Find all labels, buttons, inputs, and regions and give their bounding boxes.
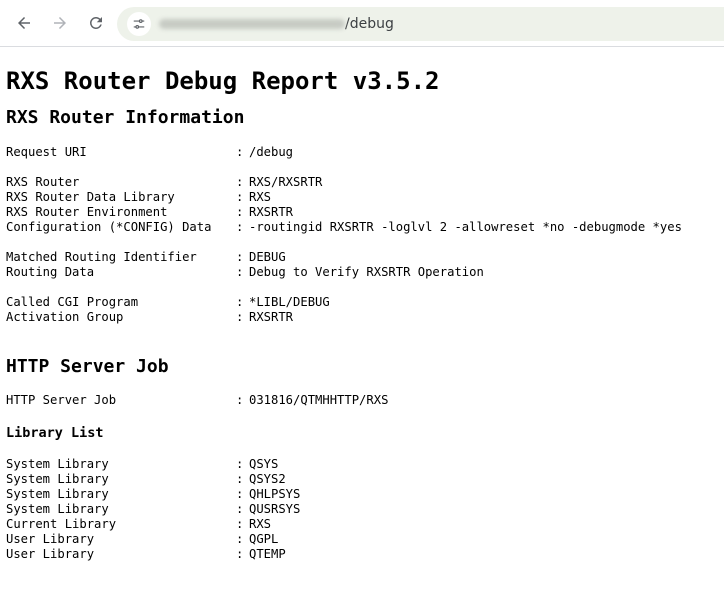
row-value: RXSRTR [249, 310, 294, 324]
row-value: QUSRSYS [249, 502, 301, 516]
row-key: System Library [6, 457, 109, 471]
url-path: /debug [345, 16, 394, 32]
row-value: DEBUG [249, 250, 286, 264]
separator: : [236, 310, 244, 324]
separator: : [236, 220, 244, 234]
page-title: RXS Router Debug Report v3.5.2 [6, 67, 440, 95]
row-key: RXS Router Environment [6, 205, 168, 219]
library-row: User Library: QTEMP [6, 547, 718, 562]
info-row: Activation Group: RXSRTR [6, 310, 718, 325]
separator: : [236, 295, 244, 309]
separator: : [236, 487, 244, 501]
library-row: System Library: QHLPSYS [6, 487, 718, 502]
forward-arrow-icon [54, 17, 66, 29]
row-value: QTEMP [249, 547, 286, 561]
separator: : [236, 265, 244, 279]
row-key: Called CGI Program [6, 295, 139, 309]
site-info-button[interactable] [127, 12, 151, 36]
row-value: QGPL [249, 532, 279, 546]
row-value: /debug [249, 145, 294, 159]
back-button[interactable] [8, 7, 40, 39]
separator: : [236, 190, 244, 204]
row-key: RXS Router Data Library [6, 190, 175, 204]
row-key: Activation Group [6, 310, 124, 324]
http-job-key: HTTP Server Job [6, 393, 117, 407]
browser-toolbar: /debug [0, 0, 724, 47]
info-row: RXS Router Environment: RXSRTR [6, 205, 718, 220]
row-key: System Library [6, 487, 109, 501]
separator: : [236, 393, 244, 407]
row-value: QHLPSYS [249, 487, 301, 501]
row-key: Matched Routing Identifier [6, 250, 197, 264]
tune-icon [133, 19, 145, 29]
info-row: Request URI: /debug [6, 145, 718, 160]
row-value: *LIBL/DEBUG [249, 295, 330, 309]
row-value: Debug to Verify RXSRTR Operation [249, 265, 484, 279]
separator: : [236, 205, 244, 219]
separator: : [236, 145, 244, 159]
row-key: Configuration (*CONFIG) Data [6, 220, 212, 234]
info-row: Configuration (*CONFIG) Data: -routingid … [6, 220, 718, 235]
library-row: System Library: QSYS [6, 457, 718, 472]
separator: : [236, 250, 244, 264]
separator: : [236, 517, 244, 531]
row-key: Current Library [6, 517, 117, 531]
info-row: Matched Routing Identifier: DEBUG [6, 250, 718, 265]
separator: : [236, 502, 244, 516]
reload-icon [89, 16, 102, 29]
reload-button[interactable] [80, 7, 112, 39]
separator: : [236, 472, 244, 486]
http-job-row: HTTP Server Job : 031816/QTMHHTTP/RXS [6, 393, 718, 408]
row-key: RXS Router [6, 175, 80, 189]
row-value: QSYS2 [249, 472, 286, 486]
row-key: System Library [6, 472, 109, 486]
back-arrow-icon [18, 17, 30, 29]
info-row: RXS Router Data Library: RXS [6, 190, 718, 205]
library-row: User Library: QGPL [6, 532, 718, 547]
page-content: RXS Router Debug Report v3.5.2 RXS Route… [0, 66, 724, 562]
section-heading-library-list: Library List [6, 425, 104, 441]
row-key: Request URI [6, 145, 87, 159]
info-row: RXS Router: RXS/RXSRTR [6, 175, 718, 190]
row-value: RXS [249, 517, 272, 531]
library-row: System Library: QSYS2 [6, 472, 718, 487]
separator: : [236, 547, 244, 561]
row-value: RXSRTR [249, 205, 294, 219]
section-heading-router-info: RXS Router Information [6, 107, 245, 128]
separator: : [236, 175, 244, 189]
row-value: -routingid RXSRTR -loglvl 2 -allowreset … [249, 220, 682, 234]
forward-button[interactable] [44, 7, 76, 39]
row-key: Routing Data [6, 265, 95, 279]
library-row: System Library: QUSRSYS [6, 502, 718, 517]
row-key: User Library [6, 547, 95, 561]
router-info-list: Request URI:/debug RXS Router: RXS/RXSRTR R… [6, 145, 718, 325]
row-key: System Library [6, 502, 109, 516]
row-value: QSYS [249, 457, 279, 471]
row-value: RXS/RXSRTR [249, 175, 323, 189]
section-heading-http-job: HTTP Server Job [6, 356, 169, 377]
separator: : [236, 532, 244, 546]
http-job-value: 031816/QTMHHTTP/RXS [249, 393, 389, 407]
row-key: User Library [6, 532, 95, 546]
library-row: Current Library: RXS [6, 517, 718, 532]
separator: : [236, 457, 244, 471]
library-list: System Library: QSYS System Library: QSYS2 S… [6, 457, 718, 562]
info-row: Called CGI Program: *LIBL/DEBUG [6, 295, 718, 310]
address-bar[interactable]: /debug [117, 7, 724, 41]
info-row: Routing Data: Debug to Verify RXSRTR Oper… [6, 265, 718, 280]
redacted-host [159, 19, 345, 29]
row-value: RXS [249, 190, 272, 204]
